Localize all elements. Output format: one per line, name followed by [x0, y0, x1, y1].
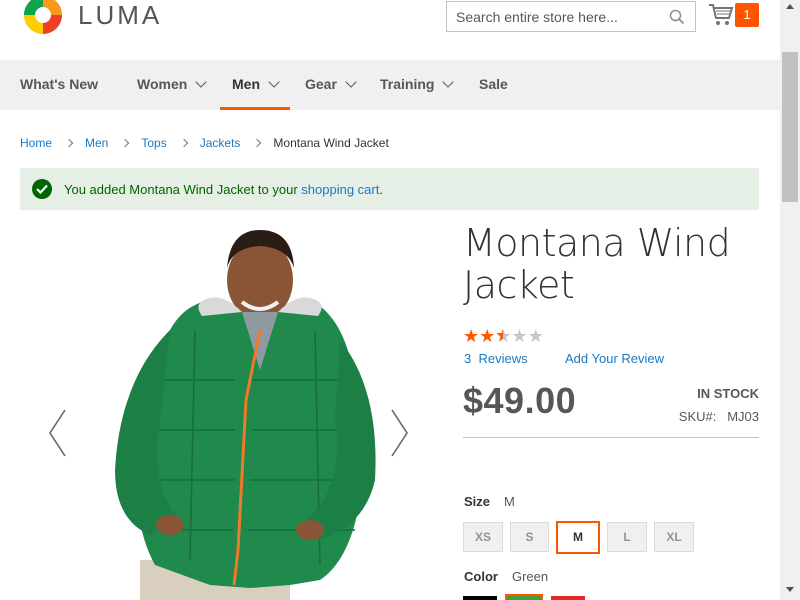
nav-label: Women — [137, 76, 188, 92]
chevron-right-icon — [253, 138, 262, 148]
star-icon: ★ — [463, 326, 480, 346]
scrollbar-thumb[interactable] — [782, 52, 798, 202]
color-selected-value: Green — [511, 569, 549, 584]
star-half-icon: ★★ — [495, 326, 512, 346]
breadcrumb-tops[interactable]: Tops — [141, 136, 166, 150]
success-message: You added Montana Wind Jacket to your sh… — [20, 168, 759, 210]
luma-logo-icon — [24, 0, 62, 34]
product-gallery — [20, 220, 430, 600]
breadcrumb-men[interactable]: Men — [85, 136, 108, 150]
reviews-label: Reviews — [478, 351, 528, 366]
search-icon[interactable] — [669, 9, 685, 25]
stock-status: IN STOCK — [697, 386, 759, 401]
add-review-link[interactable]: Add Your Review — [565, 351, 664, 366]
page-scrollbar[interactable] — [780, 0, 800, 600]
reviews-link[interactable]: 3 Reviews — [464, 351, 528, 366]
chevron-down-icon — [268, 76, 280, 88]
breadcrumb-jackets[interactable]: Jackets — [200, 136, 241, 150]
nav-item-sale[interactable]: Sale — [479, 60, 508, 110]
chevron-down-icon — [442, 76, 455, 88]
shopping-cart-link[interactable]: shopping cart — [301, 182, 379, 197]
star-icon: ★ — [511, 326, 528, 346]
chevron-right-icon — [64, 138, 74, 148]
star-icon: ★ — [527, 326, 544, 346]
color-swatch-black[interactable] — [463, 596, 497, 600]
product-title: Montana Wind Jacket — [463, 221, 731, 307]
chevron-right-icon — [121, 138, 130, 148]
gallery-next-arrow-icon[interactable] — [390, 408, 410, 458]
search-input[interactable] — [447, 2, 657, 31]
gallery-prev-arrow-icon[interactable] — [47, 408, 67, 458]
nav-item-women[interactable]: Women — [137, 60, 207, 110]
rating-stars: ★★★★★★ — [463, 326, 544, 346]
success-text: You added Montana Wind Jacket to your — [64, 181, 302, 197]
nav-label: Sale — [479, 76, 508, 92]
nav-label: Training — [380, 76, 435, 92]
size-swatch-xl[interactable]: XL — [654, 522, 694, 552]
logo-text: LUMA — [78, 0, 163, 30]
breadcrumb: Home Men Tops Jackets Montana Wind Jacke… — [20, 136, 389, 150]
cart-icon[interactable] — [708, 3, 734, 27]
search-box — [446, 1, 696, 32]
size-swatches: XS S M L XL — [463, 521, 701, 554]
header: LUMA 1 — [0, 0, 780, 60]
nav-item-men[interactable]: Men — [220, 60, 290, 110]
breadcrumb-home[interactable]: Home — [20, 136, 52, 150]
sku-label: SKU#: — [678, 409, 717, 424]
product-sku: SKU#: MJ03 — [679, 409, 759, 424]
chevron-down-icon — [345, 76, 357, 88]
nav-item-gear[interactable]: Gear — [305, 60, 357, 110]
sku-value: MJ03 — [727, 409, 759, 424]
nav-label: What's New — [20, 76, 99, 92]
scroll-up-arrow-icon[interactable] — [786, 4, 794, 9]
size-swatch-l[interactable]: L — [607, 522, 647, 552]
cart-count-badge[interactable]: 1 — [735, 3, 759, 27]
color-swatch-red[interactable] — [551, 596, 585, 600]
chevron-down-icon — [195, 76, 207, 88]
nav-item-whats-new[interactable]: What's New — [20, 60, 98, 110]
nav-label: Gear — [305, 76, 337, 92]
color-swatch-green[interactable] — [505, 594, 543, 600]
product-price: $49.00 — [463, 380, 577, 421]
size-option-label: Size M — [464, 494, 515, 509]
size-swatch-m[interactable]: M — [556, 521, 600, 554]
size-swatch-s[interactable]: S — [510, 522, 549, 552]
size-label: Size — [464, 494, 491, 509]
color-swatches — [463, 594, 595, 600]
main-nav: What's New Women Men Gear Training Sale — [0, 60, 780, 110]
nav-item-training[interactable]: Training — [380, 60, 455, 110]
color-option-label: Color Green — [464, 569, 548, 584]
luma-logo[interactable]: LUMA — [20, 0, 162, 38]
product-image[interactable] — [20, 220, 430, 600]
check-circle-icon — [32, 179, 52, 199]
color-label: Color — [464, 569, 498, 584]
reviews-count: 3 — [464, 351, 472, 366]
divider — [463, 437, 759, 438]
nav-label: Men — [232, 76, 260, 92]
breadcrumb-current: Montana Wind Jacket — [273, 136, 389, 150]
star-icon: ★ — [479, 326, 496, 346]
size-swatch-xs[interactable]: XS — [463, 522, 503, 552]
scroll-down-arrow-icon[interactable] — [786, 587, 794, 592]
success-suffix: . — [379, 181, 383, 197]
chevron-right-icon — [179, 138, 188, 148]
size-selected-value: M — [504, 494, 515, 509]
